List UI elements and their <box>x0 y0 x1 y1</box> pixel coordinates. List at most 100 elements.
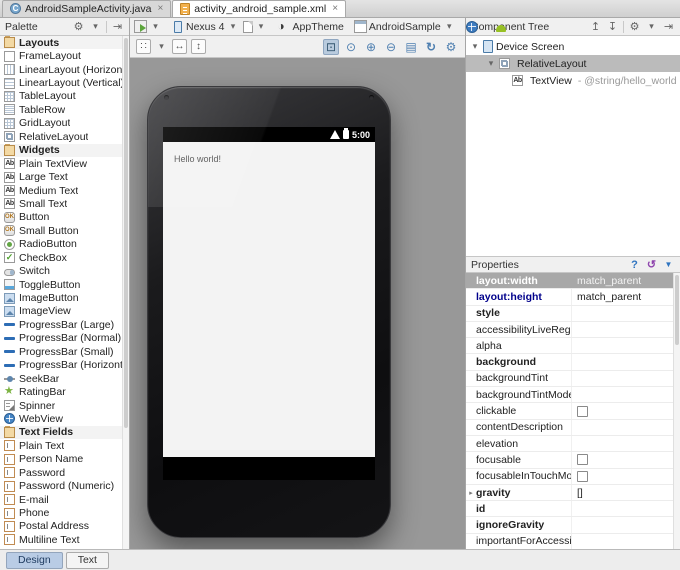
close-icon[interactable]: × <box>157 3 163 14</box>
property-row[interactable]: clickable <box>466 403 673 420</box>
hello-world-textview[interactable]: Hello world! <box>174 154 221 164</box>
tree-node-device-screen[interactable]: Device Screen <box>466 38 680 55</box>
stretch-horizontal-icon[interactable] <box>172 39 187 54</box>
palette-row[interactable]: LinearLayout (Vertical) <box>0 76 122 89</box>
palette-row[interactable]: TableLayout <box>0 90 122 103</box>
orientation-selector[interactable] <box>242 20 268 33</box>
palette-row[interactable]: Widgets <box>0 143 122 157</box>
chevron-down-icon[interactable] <box>155 40 168 53</box>
theme-selector[interactable]: AppTheme <box>278 20 344 33</box>
reset-icon[interactable] <box>645 258 658 271</box>
palette-row[interactable]: E-mail <box>0 493 122 506</box>
zoom-out-icon[interactable] <box>383 39 399 55</box>
property-value[interactable] <box>571 517 673 533</box>
zoom-fit-icon[interactable] <box>323 38 339 55</box>
device-selector[interactable]: Nexus 4 <box>172 20 240 33</box>
run-config-selector[interactable] <box>134 20 162 33</box>
editor-tab[interactable]: AndroidSampleActivity.java × <box>2 0 172 17</box>
palette-gear-icon[interactable] <box>72 20 85 33</box>
property-value[interactable] <box>571 354 673 370</box>
property-value[interactable] <box>571 501 673 517</box>
palette-row[interactable]: Spinner <box>0 399 122 412</box>
filter-icon[interactable] <box>662 258 675 271</box>
property-value[interactable] <box>571 435 673 452</box>
chevron-down-icon[interactable] <box>645 20 658 33</box>
expand-arrow-icon[interactable] <box>466 489 476 497</box>
properties-scrollbar[interactable] <box>673 273 680 549</box>
property-value[interactable] <box>571 403 673 419</box>
property-value[interactable] <box>571 370 673 387</box>
palette-row[interactable]: Switch <box>0 264 122 277</box>
property-row[interactable]: layout:height match_parent <box>466 289 673 306</box>
editor-tab[interactable]: activity_android_sample.xml × <box>172 0 347 17</box>
property-row[interactable]: contentDescription <box>466 419 673 436</box>
property-value[interactable]: [] <box>571 484 673 501</box>
property-row[interactable]: focusableInTouchMode <box>466 468 673 485</box>
property-row[interactable]: ignoreGravity <box>466 517 673 534</box>
property-value[interactable] <box>571 321 673 338</box>
property-row[interactable]: background <box>466 354 673 371</box>
property-row[interactable]: layout:width match_parent <box>466 273 673 290</box>
settings-gear-icon[interactable] <box>443 39 459 55</box>
tree-node-relativelayout[interactable]: RelativeLayout <box>466 55 680 72</box>
property-row[interactable]: id <box>466 501 673 518</box>
property-value[interactable]: match_parent <box>571 289 673 305</box>
palette-row[interactable]: SeekBar <box>0 372 122 385</box>
grid-mode-icon[interactable] <box>136 39 151 54</box>
palette-row[interactable]: Plain Text <box>0 439 122 452</box>
palette-row[interactable]: ProgressBar (Large) <box>0 318 122 331</box>
property-value[interactable] <box>571 387 673 403</box>
palette-row[interactable]: RelativeLayout <box>0 130 122 143</box>
tree-gear-icon[interactable] <box>628 20 641 33</box>
property-row[interactable]: style <box>466 305 673 322</box>
preview-config-icon[interactable] <box>403 39 419 55</box>
property-value[interactable]: match_parent <box>571 273 673 289</box>
property-row[interactable]: backgroundTint <box>466 370 673 388</box>
property-value[interactable] <box>571 452 673 468</box>
palette-row[interactable]: RatingBar <box>0 385 122 398</box>
palette-row[interactable]: WebView <box>0 412 122 425</box>
palette-row[interactable]: Button <box>0 211 122 224</box>
refresh-icon[interactable] <box>423 39 439 55</box>
property-row[interactable]: elevation <box>466 435 673 453</box>
palette-row[interactable]: GridLayout <box>0 117 122 130</box>
checkbox[interactable] <box>577 470 588 482</box>
palette-row[interactable]: LinearLayout (Horizontal) <box>0 63 122 76</box>
palette-row[interactable]: ImageView <box>0 305 122 318</box>
palette-row[interactable]: Layouts <box>0 36 122 50</box>
property-value[interactable] <box>571 419 673 435</box>
scrollbar-thumb[interactable] <box>124 38 128 428</box>
property-value[interactable] <box>571 533 673 549</box>
help-icon[interactable] <box>628 258 641 271</box>
editor-mode-tab[interactable]: Text <box>65 551 109 569</box>
property-row[interactable]: accessibilityLiveRegion <box>466 321 673 339</box>
palette-row[interactable]: CheckBox <box>0 251 122 264</box>
tree-expand-icon[interactable] <box>486 58 496 69</box>
stretch-vertical-icon[interactable] <box>191 39 206 54</box>
palette-row[interactable]: Phone <box>0 506 122 519</box>
editor-mode-tab[interactable]: Design <box>6 551 63 569</box>
property-row[interactable]: gravity [] <box>466 484 673 502</box>
palette-row[interactable]: ProgressBar (Horizontal) <box>0 359 122 372</box>
scrollbar-thumb[interactable] <box>675 275 679 345</box>
palette-row[interactable]: Medium Text <box>0 184 122 197</box>
palette-row[interactable]: ProgressBar (Normal) <box>0 332 122 345</box>
palette-row[interactable]: Text Fields <box>0 425 122 440</box>
tree-hide-icon[interactable] <box>662 20 675 33</box>
palette-row[interactable]: RadioButton <box>0 238 122 251</box>
palette-row[interactable]: ToggleButton <box>0 278 122 291</box>
property-value[interactable] <box>571 468 673 484</box>
expand-all-icon[interactable] <box>589 20 602 33</box>
palette-row[interactable]: Postal Address <box>0 520 122 533</box>
palette-row[interactable]: ImageButton <box>0 291 122 304</box>
property-value[interactable] <box>571 338 673 354</box>
property-row[interactable]: alpha <box>466 338 673 355</box>
palette-scrollbar[interactable] <box>122 36 129 549</box>
close-icon[interactable]: × <box>332 3 338 14</box>
palette-row[interactable]: Password <box>0 466 122 479</box>
palette-row[interactable]: Person Name <box>0 453 122 466</box>
device-preview[interactable]: 5:00 Hello world! <box>147 86 391 538</box>
property-row[interactable]: backgroundTintMode <box>466 387 673 404</box>
zoom-actual-icon[interactable] <box>343 39 359 55</box>
property-row[interactable]: focusable <box>466 452 673 469</box>
